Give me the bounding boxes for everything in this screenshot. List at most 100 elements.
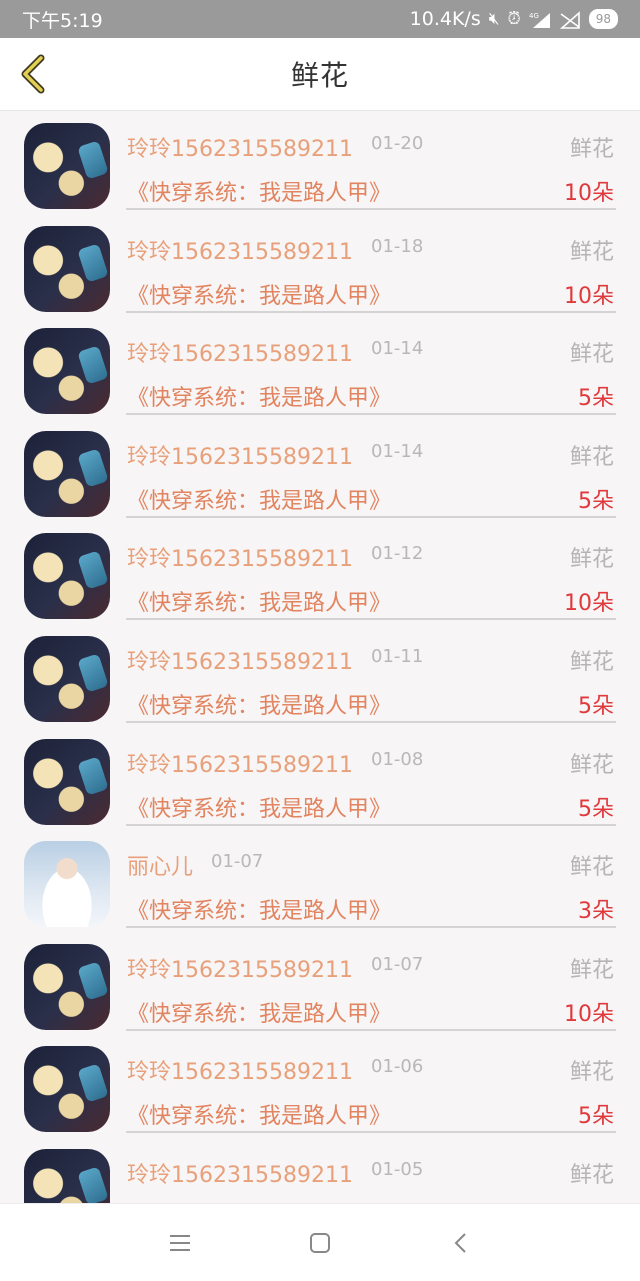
avatar[interactable]: [24, 328, 110, 415]
avatar[interactable]: [24, 533, 110, 620]
gift-amount: 10朵: [564, 181, 614, 206]
sender-name: 丽心儿: [127, 855, 194, 881]
book-title: 《快穿系统：我是路人甲》: [127, 1104, 392, 1130]
gift-type-label: 鲜花: [569, 342, 614, 368]
page-title: 鲜花: [290, 59, 349, 92]
list-item[interactable]: 玲玲1562315589211 01-18 鲜花 《快穿系统：我是路人甲》 10朵: [0, 220, 640, 322]
row-divider: [126, 1131, 616, 1134]
row-divider: [126, 208, 616, 210]
gift-date: 01-06: [371, 1056, 424, 1078]
book-title: 《快穿系统：我是路人甲》: [127, 386, 392, 412]
gift-type-label: 鲜花: [569, 1060, 614, 1086]
row-divider: [126, 310, 616, 313]
list-item[interactable]: 玲玲1562315589211 01-07 鲜花《快穿系统：我是路人甲》 10朵: [0, 938, 640, 1040]
gift-type-label: 鲜花: [569, 650, 614, 675]
gift-type-label: 鲜花: [569, 1163, 614, 1188]
gift-type-label: 鲜花: [569, 137, 614, 162]
gift-type-label: 鲜花: [569, 957, 614, 983]
menu-button[interactable]: [160, 1223, 200, 1263]
gift-date: 01-14: [371, 338, 424, 360]
network-type: 4G: [529, 12, 539, 20]
book-title: 《快穿系统：我是路人甲》: [127, 1001, 392, 1027]
gift-type-label: 鲜花: [569, 239, 614, 265]
gift-amount: 5朵: [578, 796, 614, 822]
sender-name: 玲玲1562315589211: [127, 137, 353, 162]
sender-name: 玲玲1562315589211: [127, 239, 353, 265]
list-item[interactable]: 玲玲1562315589211 01-08 鲜花《快穿系统：我是路人甲》 5朵: [0, 733, 640, 835]
sender-name: 玲玲1562315589211: [127, 752, 353, 778]
gift-amount: 5朵: [578, 694, 614, 719]
list-item[interactable]: 玲玲1562315589211 01-14 鲜花《快穿系统：我是路人甲》 5朵: [0, 322, 640, 424]
list-item[interactable]: 玲玲1562315589211 01-20 鲜花《快穿系统：我是路人甲》 10朵: [0, 117, 640, 219]
book-title: 《快穿系统：我是路人甲》: [127, 899, 392, 925]
gift-date: 01-14: [371, 440, 424, 462]
back-button[interactable]: [12, 52, 52, 96]
avatar[interactable]: [24, 1149, 110, 1203]
list-item[interactable]: 玲玲156231558921101-05鲜花《快穿系统：我是路人甲》10朵: [0, 1143, 640, 1203]
sender-name: 玲玲1562315589211: [127, 957, 353, 983]
avatar[interactable]: [24, 430, 110, 517]
sender-name: 玲玲1562315589211: [127, 650, 353, 675]
row-divider: [126, 926, 616, 929]
list-item[interactable]: 玲玲1562315589211 01-06 鲜花 《快穿系统：我是路人甲》 5朵: [0, 1040, 640, 1142]
book-title: 《快穿系统：我是路人甲》: [127, 591, 392, 617]
status-time: 下午5:19: [22, 9, 103, 32]
sender-name: 玲玲1562315589211: [127, 1163, 353, 1188]
avatar[interactable]: [24, 943, 110, 1030]
gift-date: 01-20: [371, 133, 424, 154]
gift-amount: 5朵: [578, 488, 614, 514]
system-nav-bar: [0, 1203, 640, 1281]
avatar[interactable]: [24, 841, 110, 928]
chevron-left-icon: [21, 54, 45, 94]
gift-amount: 5朵: [578, 1104, 614, 1130]
mute-icon: 🔇︎: [488, 9, 500, 29]
status-icons: 10.4K/s 🔇︎ ⏰︎ 4G 98: [410, 8, 618, 30]
gift-date: 01-08: [371, 748, 424, 770]
alarm-icon: ⏰︎: [507, 9, 521, 29]
sender-name: 玲玲1562315589211: [127, 547, 353, 573]
gift-type-label: 鲜花: [569, 855, 614, 881]
list-item[interactable]: 玲玲1562315589211 01-12 鲜花 《快穿系统：我是路人甲》 10朵: [0, 527, 640, 629]
book-title: 《快穿系统：我是路人甲》: [127, 181, 392, 206]
page-header: 鲜花: [0, 38, 640, 111]
network-speed: 10.4K/s: [409, 8, 481, 30]
signal-icon: 4G: [529, 11, 551, 28]
row-divider: [126, 1028, 616, 1031]
gift-type-label: 鲜花: [569, 444, 614, 470]
no-sim-icon: [559, 11, 581, 29]
status-bar: 下午5:19 10.4K/s 🔇︎ ⏰︎ 4G 98: [0, 0, 640, 38]
sender-name: 玲玲1562315589211: [127, 444, 353, 470]
row-divider: [126, 823, 616, 826]
gift-date: 01-07: [371, 953, 424, 975]
battery-icon: 98: [588, 9, 618, 29]
gift-type-label: 鲜花: [569, 752, 614, 778]
home-icon: [310, 1232, 330, 1253]
avatar[interactable]: [24, 636, 110, 722]
home-button[interactable]: [300, 1223, 340, 1263]
sender-name: 玲玲1562315589211: [127, 342, 353, 368]
gift-amount: 3朵: [578, 899, 614, 925]
row-divider: [126, 515, 616, 518]
row-divider: [126, 721, 616, 723]
gift-record-list[interactable]: 玲玲1562315589211 01-20 鲜花 《快穿系统：我是路人甲》 10朵 玲玲1…: [0, 111, 640, 1203]
avatar[interactable]: [24, 738, 110, 825]
book-title: 《快穿系统：我是路人甲》: [127, 694, 392, 719]
gift-amount: 10朵: [564, 591, 614, 617]
avatar[interactable]: [24, 1046, 110, 1133]
gift-date: 01-11: [371, 646, 424, 667]
row-divider: [126, 413, 616, 416]
book-title: 《快穿系统：我是路人甲》: [127, 796, 392, 822]
book-title: 《快穿系统：我是路人甲》: [127, 283, 392, 309]
list-item[interactable]: 玲玲1562315589211 01-14 鲜花 《快穿系统：我是路人甲》 5朵: [0, 425, 640, 527]
gift-amount: 5朵: [578, 386, 614, 412]
gift-amount: 10朵: [564, 1001, 614, 1027]
avatar[interactable]: [24, 123, 110, 209]
system-back-button[interactable]: [440, 1223, 480, 1263]
list-item[interactable]: 丽心儿 01-07 鲜花《快穿系统：我是路人甲》 3朵: [0, 835, 640, 937]
gift-date: 01-07: [211, 851, 264, 873]
row-divider: [126, 618, 616, 621]
gift-amount: 10朵: [564, 283, 614, 309]
avatar[interactable]: [24, 225, 110, 312]
list-item[interactable]: 玲玲1562315589211 01-11 鲜花《快穿系统：我是路人甲》 5朵: [0, 630, 640, 732]
gift-date: 01-12: [371, 543, 424, 565]
